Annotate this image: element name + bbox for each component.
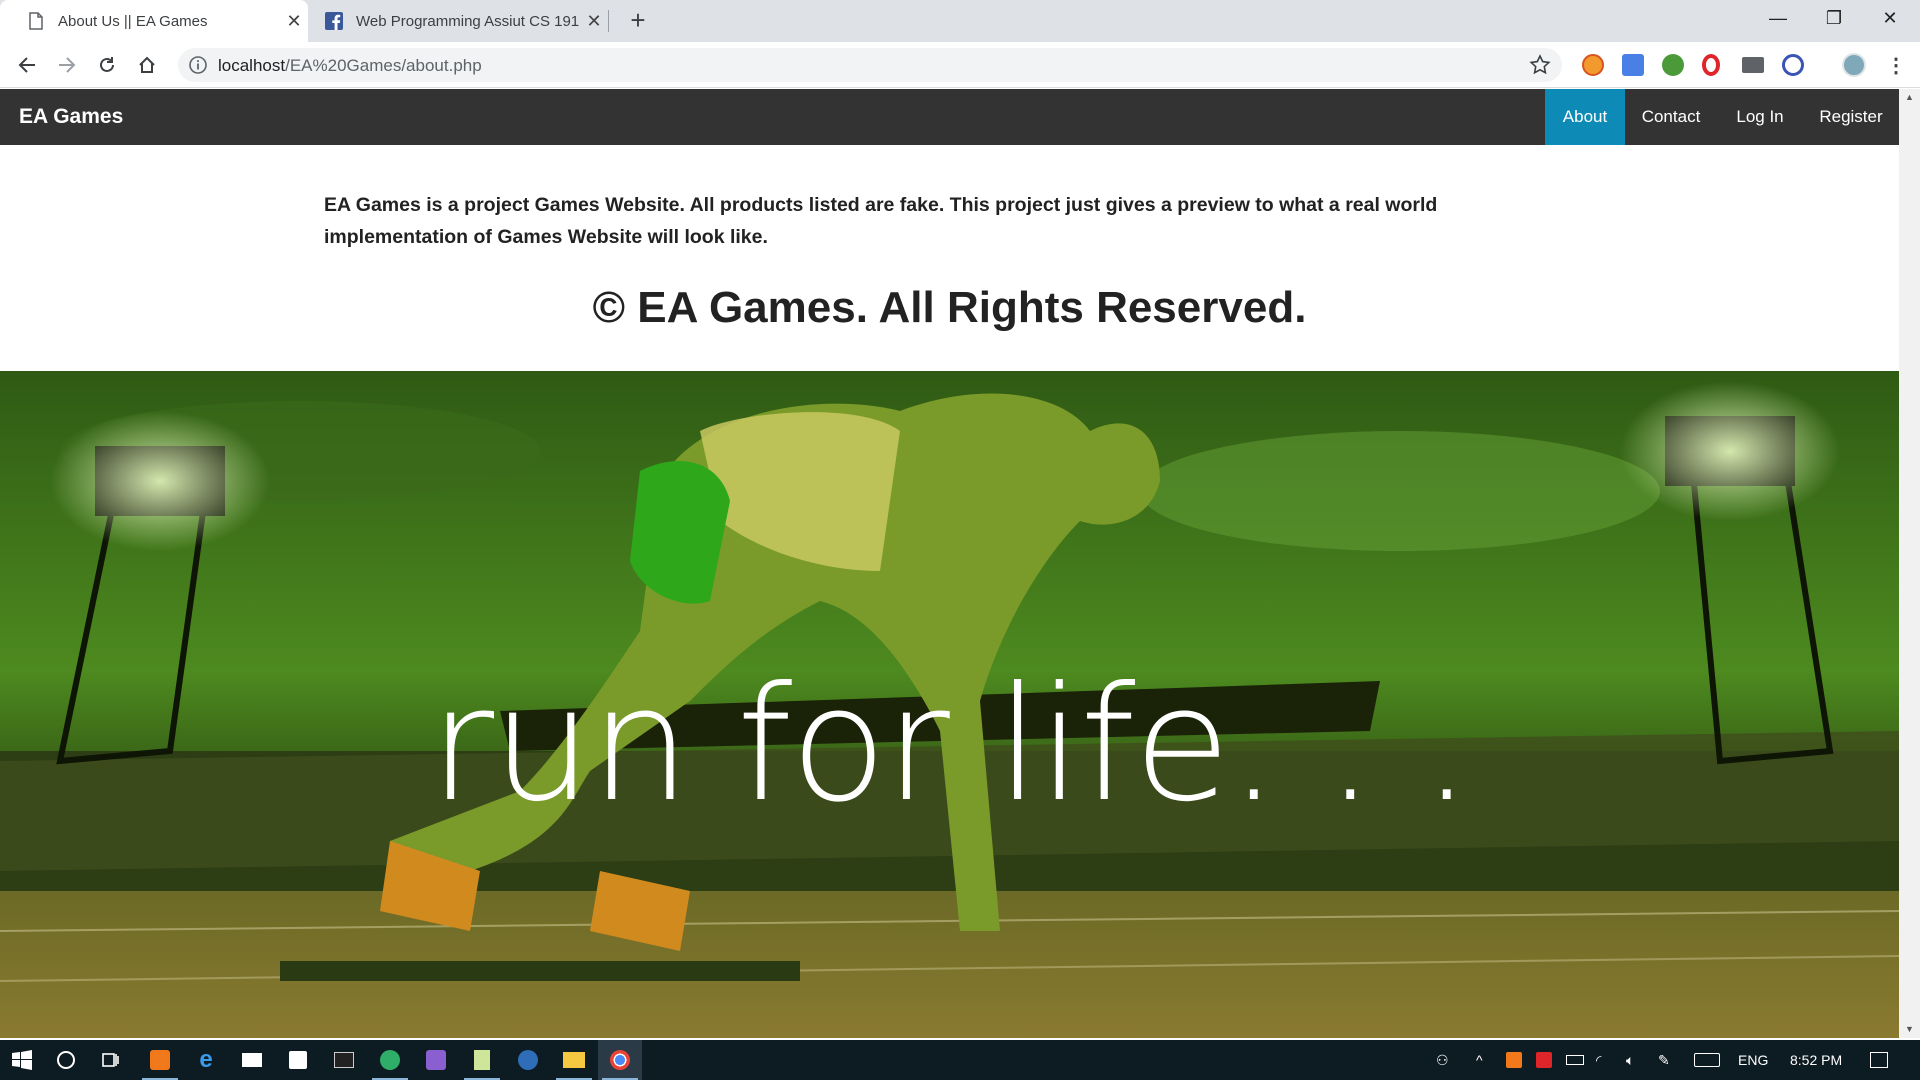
home-button[interactable]: [133, 51, 161, 79]
wifi-icon[interactable]: ◜: [1596, 1040, 1601, 1080]
windows-taskbar: e ⚇ ^ ◜ 🔈︎ ✎ ENG 8:52 PM: [0, 1040, 1920, 1080]
tab-web-programming[interactable]: Web Programming Assiut CS 191 ✕: [312, 0, 608, 42]
taskbar-r[interactable]: [506, 1040, 550, 1080]
task-view-button[interactable]: [88, 1040, 132, 1080]
tray-red-icon[interactable]: [1536, 1040, 1552, 1080]
block-icon[interactable]: [1782, 54, 1804, 76]
url-text: localhost/EA%20Games/about.php: [218, 56, 482, 76]
tab-title: About Us || EA Games: [58, 12, 208, 30]
edge-icon: e: [199, 1046, 213, 1073]
tray-xampp-icon[interactable]: [1506, 1040, 1522, 1080]
opera-icon[interactable]: [1702, 54, 1720, 76]
copyright-heading: © EA Games. All Rights Reserved.: [592, 283, 1307, 332]
forward-button[interactable]: [53, 51, 81, 79]
facebook-icon: [324, 11, 344, 31]
back-arrow-icon: [18, 57, 35, 73]
mail-icon: [242, 1053, 262, 1067]
hero-slogan: run for life. . .: [429, 653, 1472, 837]
new-tab-button[interactable]: +: [622, 4, 654, 36]
folder-icon: [563, 1052, 585, 1068]
start-button[interactable]: [0, 1040, 44, 1080]
cortana-circle-icon: [57, 1051, 75, 1069]
r-app-icon: [518, 1050, 538, 1070]
url-host: localhost: [218, 56, 286, 75]
task-view-icon: [102, 1053, 119, 1067]
notepad-icon: [474, 1050, 490, 1070]
keyboard-icon[interactable]: [1694, 1040, 1720, 1080]
bookmark-star-icon[interactable]: [1528, 53, 1552, 77]
tray-chevron-up-icon[interactable]: ^: [1476, 1040, 1483, 1080]
site-brand[interactable]: EA Games: [19, 105, 123, 129]
taskbar-chrome[interactable]: [598, 1040, 642, 1080]
nav-contact[interactable]: Contact: [1625, 89, 1717, 145]
reload-icon: [100, 57, 114, 72]
chrome-icon: [610, 1050, 630, 1070]
restore-button[interactable]: ❐: [1806, 0, 1862, 36]
address-bar[interactable]: localhost/EA%20Games/about.php: [178, 48, 1562, 82]
green-extension-icon[interactable]: [1662, 54, 1684, 76]
browser-tab-bar: About Us || EA Games ✕ Web Programming A…: [0, 0, 1920, 42]
scroll-up-icon[interactable]: ▲: [1899, 89, 1920, 106]
home-icon: [139, 56, 155, 73]
minimize-button[interactable]: —: [1750, 0, 1806, 36]
green-app-icon: [380, 1050, 400, 1070]
tab-separator: [608, 10, 609, 32]
pen-icon[interactable]: ✎: [1658, 1040, 1670, 1080]
taskbar-file-explorer[interactable]: [552, 1040, 596, 1080]
close-window-button[interactable]: ✕: [1862, 0, 1918, 36]
info-icon[interactable]: [188, 55, 208, 75]
nav-login[interactable]: Log In: [1717, 89, 1803, 145]
menu-kebab-icon[interactable]: ⋮: [1882, 51, 1910, 79]
windows-logo-icon: [12, 1050, 32, 1070]
page-scrollbar[interactable]: ▲ ▼: [1899, 89, 1920, 1038]
forward-arrow-icon: [59, 57, 76, 73]
orange-extension-icon[interactable]: [1582, 54, 1604, 76]
taskbar-xampp[interactable]: [138, 1040, 182, 1080]
tab-about-us[interactable]: About Us || EA Games ✕: [0, 0, 308, 42]
taskbar-mail[interactable]: [230, 1040, 274, 1080]
notifications-icon[interactable]: [1870, 1040, 1888, 1080]
xampp-icon: [150, 1050, 170, 1070]
taskbar-notepad[interactable]: [460, 1040, 504, 1080]
google-translate-icon[interactable]: [1622, 54, 1644, 76]
visual-studio-icon: [426, 1050, 446, 1070]
nav-register[interactable]: Register: [1803, 89, 1899, 145]
people-icon[interactable]: ⚇: [1436, 1040, 1449, 1080]
taskbar-store[interactable]: [276, 1040, 320, 1080]
taskbar-visual-studio[interactable]: [414, 1040, 458, 1080]
profile-avatar[interactable]: [1842, 53, 1866, 77]
tab-close-icon[interactable]: ✕: [580, 11, 608, 32]
clock[interactable]: 8:52 PM: [1790, 1040, 1842, 1080]
nav-about[interactable]: About: [1545, 89, 1625, 145]
page-icon: [26, 11, 46, 31]
mail-icon[interactable]: [1742, 57, 1764, 73]
language-indicator[interactable]: ENG: [1738, 1040, 1768, 1080]
taskbar-terminal[interactable]: [322, 1040, 366, 1080]
back-button[interactable]: [13, 51, 41, 79]
taskbar-edge[interactable]: e: [184, 1040, 228, 1080]
site-navbar: EA Games About Contact Log In Register: [0, 89, 1899, 145]
hero-banner: run for life. . .: [0, 371, 1899, 1038]
reload-button[interactable]: [93, 51, 121, 79]
volume-icon[interactable]: 🔈︎: [1626, 1040, 1634, 1080]
url-path: /EA%20Games/about.php: [285, 56, 482, 75]
search-button[interactable]: [44, 1040, 88, 1080]
browser-toolbar: localhost/EA%20Games/about.php ⋮: [0, 42, 1920, 88]
scroll-down-icon[interactable]: ▼: [1899, 1021, 1920, 1038]
store-icon: [289, 1051, 307, 1069]
battery-icon[interactable]: [1566, 1040, 1584, 1080]
tab-title: Web Programming Assiut CS 191: [356, 12, 580, 30]
tab-close-icon[interactable]: ✕: [280, 11, 308, 32]
terminal-icon: [334, 1052, 354, 1068]
about-text: EA Games is a project Games Website. All…: [324, 194, 1438, 248]
taskbar-app-green[interactable]: [368, 1040, 412, 1080]
